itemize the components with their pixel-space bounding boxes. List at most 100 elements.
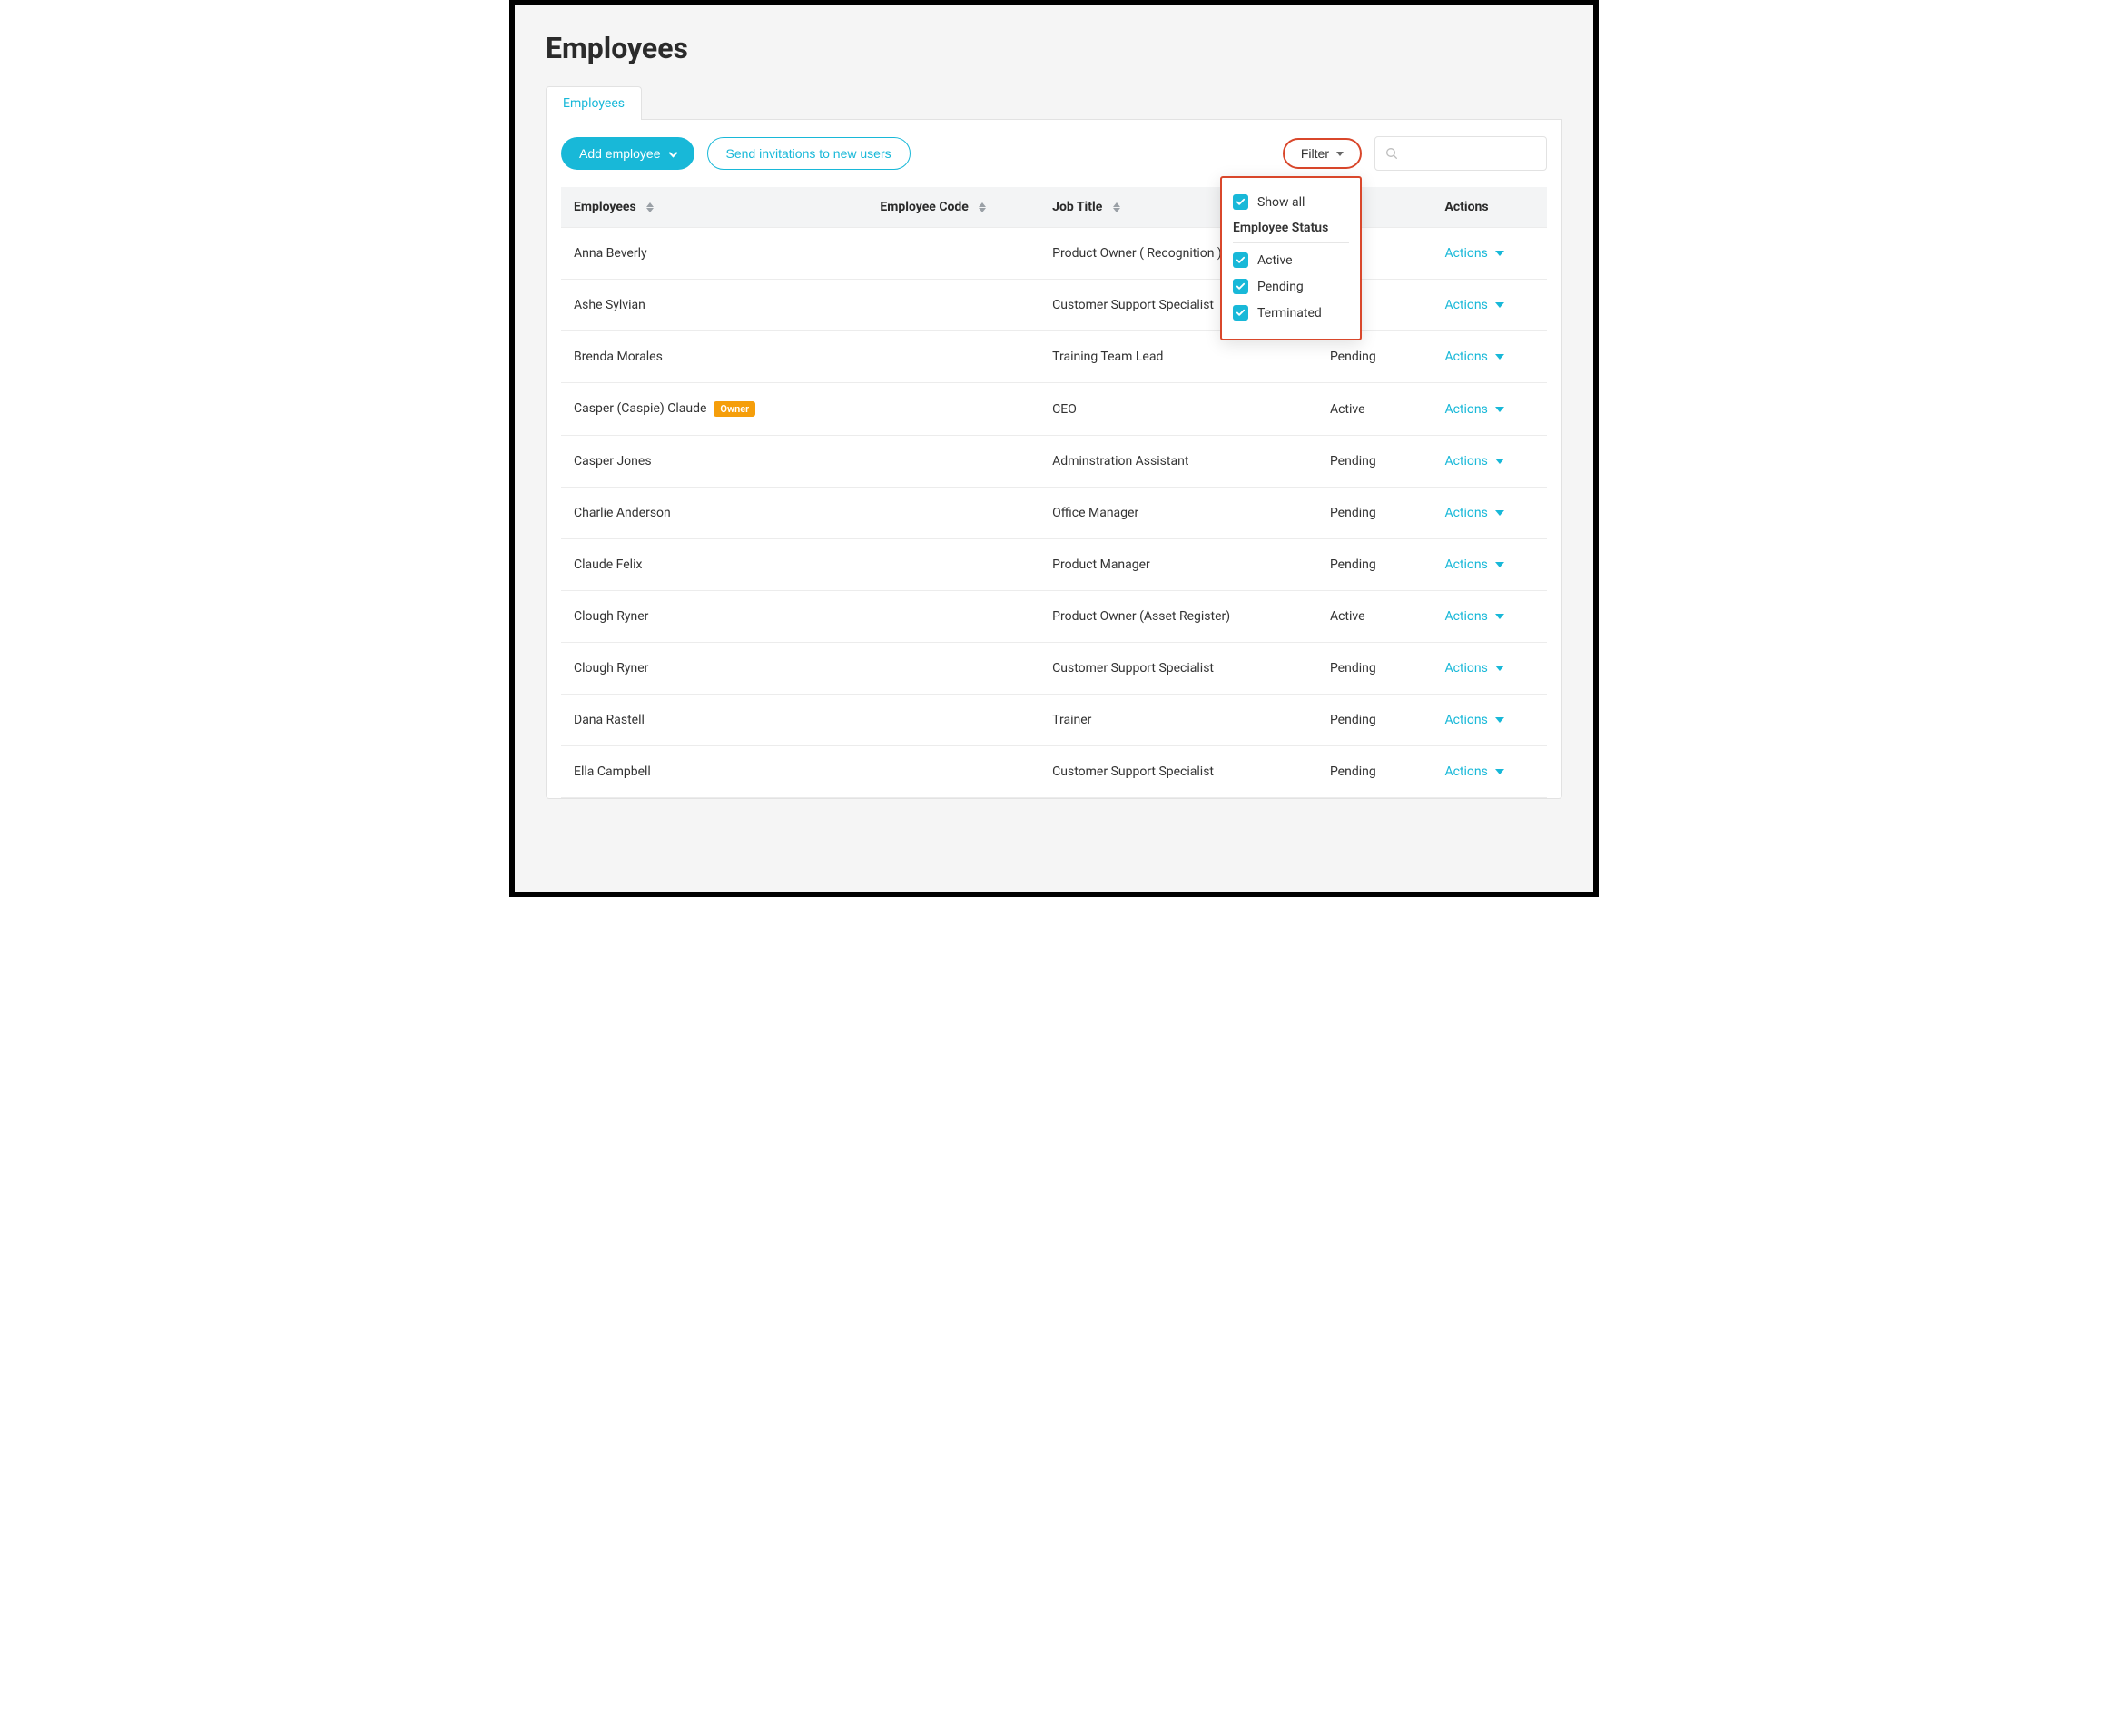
search-icon — [1384, 146, 1399, 161]
employee-name: Brenda Morales — [574, 350, 663, 364]
send-invitations-button[interactable]: Send invitations to new users — [707, 137, 911, 170]
caret-down-icon — [1495, 614, 1504, 619]
filter-option-terminated[interactable]: Terminated — [1233, 300, 1349, 326]
table-row: Casper JonesAdminstration AssistantPendi… — [561, 436, 1547, 488]
cell-actions: Actions — [1432, 539, 1547, 591]
employee-name: Charlie Anderson — [574, 506, 671, 520]
actions-label: Actions — [1444, 350, 1487, 364]
filter-dropdown: Show all Employee Status Active Pending … — [1220, 176, 1362, 340]
app-frame: Employees Employees Add employee Send in… — [509, 0, 1599, 897]
filter-button[interactable]: Filter — [1283, 138, 1362, 169]
actions-dropdown[interactable]: Actions — [1444, 454, 1503, 469]
actions-label: Actions — [1444, 713, 1487, 727]
add-employee-label: Add employee — [579, 146, 661, 161]
tab-employees[interactable]: Employees — [546, 86, 642, 120]
actions-dropdown[interactable]: Actions — [1444, 609, 1503, 624]
actions-dropdown[interactable]: Actions — [1444, 402, 1503, 417]
table-row: Claude FelixProduct ManagerPendingAction… — [561, 539, 1547, 591]
cell-employee-code — [867, 591, 1039, 643]
cell-actions: Actions — [1432, 746, 1547, 798]
table-body: Anna BeverlyProduct Owner ( Recognition … — [561, 228, 1547, 798]
actions-dropdown[interactable]: Actions — [1444, 713, 1503, 727]
filter-show-all[interactable]: Show all — [1233, 189, 1349, 215]
cell-status: Active — [1317, 383, 1433, 436]
cell-job-title: Customer Support Specialist — [1039, 746, 1317, 798]
add-employee-button[interactable]: Add employee — [561, 137, 694, 170]
col-code-label: Employee Code — [880, 200, 968, 214]
col-actions: Actions — [1432, 187, 1547, 228]
employee-name: Ashe Sylvian — [574, 298, 645, 312]
cell-job-title: Trainer — [1039, 695, 1317, 746]
table-row: Ella Campbell Customer Support Specialist… — [561, 746, 1547, 798]
cell-employee-name: Claude Felix — [561, 539, 867, 591]
caret-down-icon — [1495, 769, 1504, 774]
checkbox-checked-icon — [1233, 279, 1248, 294]
actions-dropdown[interactable]: Actions — [1444, 764, 1503, 779]
col-employee-code[interactable]: Employee Code — [867, 187, 1039, 228]
actions-label: Actions — [1444, 557, 1487, 572]
employee-name: Claude Felix — [574, 557, 642, 572]
filter-option-active[interactable]: Active — [1233, 247, 1349, 273]
cell-employee-name: Ella Campbell — [561, 746, 867, 798]
cell-status: Pending — [1317, 488, 1433, 539]
cell-actions: Actions — [1432, 591, 1547, 643]
cell-employee-name: Dana Rastell — [561, 695, 867, 746]
table-row: Clough RynerProduct Owner (Asset Registe… — [561, 591, 1547, 643]
actions-label: Actions — [1444, 609, 1487, 624]
table-row: Brenda MoralesTraining Team LeadPendingA… — [561, 331, 1547, 383]
cell-employee-name: Charlie Anderson — [561, 488, 867, 539]
sort-icon — [646, 202, 654, 212]
col-employees-label: Employees — [574, 200, 636, 214]
cell-employee-name: Casper Jones — [561, 436, 867, 488]
col-employees[interactable]: Employees — [561, 187, 867, 228]
actions-label: Actions — [1444, 454, 1487, 469]
cell-actions: Actions — [1432, 331, 1547, 383]
table-row: Dana RastellTrainerPendingActions — [561, 695, 1547, 746]
filter-option-pending[interactable]: Pending — [1233, 273, 1349, 300]
cell-employee-name: Casper (Caspie) ClaudeOwner — [561, 383, 867, 436]
table-header-row: Employees Employee Code Job Title Action… — [561, 187, 1547, 228]
employee-name: Clough Ryner — [574, 661, 648, 676]
tabs-bar: Employees — [546, 85, 1562, 120]
cell-actions: Actions — [1432, 695, 1547, 746]
checkbox-checked-icon — [1233, 252, 1248, 268]
cell-employee-code — [867, 746, 1039, 798]
cell-status: Pending — [1317, 643, 1433, 695]
cell-actions: Actions — [1432, 643, 1547, 695]
checkbox-checked-icon — [1233, 305, 1248, 321]
caret-down-icon — [1495, 717, 1504, 723]
actions-dropdown[interactable]: Actions — [1444, 661, 1503, 676]
actions-label: Actions — [1444, 661, 1487, 676]
employee-name: Dana Rastell — [574, 713, 645, 727]
toolbar: Add employee Send invitations to new use… — [561, 136, 1547, 171]
filter-option-label: Pending — [1257, 280, 1304, 294]
caret-down-icon — [1495, 510, 1504, 516]
cell-status: Pending — [1317, 746, 1433, 798]
search-box[interactable] — [1374, 136, 1547, 171]
actions-label: Actions — [1444, 764, 1487, 779]
actions-dropdown[interactable]: Actions — [1444, 506, 1503, 520]
employees-table: Employees Employee Code Job Title Action… — [561, 187, 1547, 798]
actions-label: Actions — [1444, 298, 1487, 312]
checkbox-checked-icon — [1233, 194, 1248, 210]
cell-employee-code — [867, 436, 1039, 488]
cell-employee-code — [867, 280, 1039, 331]
caret-down-icon — [1495, 302, 1504, 308]
actions-dropdown[interactable]: Actions — [1444, 350, 1503, 364]
filter-show-all-label: Show all — [1257, 195, 1305, 210]
table-row: Charlie AndersonOffice ManagerPendingAct… — [561, 488, 1547, 539]
cell-job-title: Customer Support Specialist — [1039, 643, 1317, 695]
actions-dropdown[interactable]: Actions — [1444, 298, 1503, 312]
search-input[interactable] — [1404, 146, 1537, 161]
employee-name: Anna Beverly — [574, 246, 647, 261]
filter-label: Filter — [1301, 146, 1329, 161]
actions-dropdown[interactable]: Actions — [1444, 557, 1503, 572]
cell-job-title: Product Manager — [1039, 539, 1317, 591]
cell-employee-code — [867, 488, 1039, 539]
page-title: Employees — [546, 31, 1562, 65]
caret-down-icon — [1495, 666, 1504, 671]
caret-down-icon — [1495, 354, 1504, 360]
actions-dropdown[interactable]: Actions — [1444, 246, 1503, 261]
chevron-down-icon — [668, 148, 677, 157]
sort-icon — [1113, 202, 1120, 212]
